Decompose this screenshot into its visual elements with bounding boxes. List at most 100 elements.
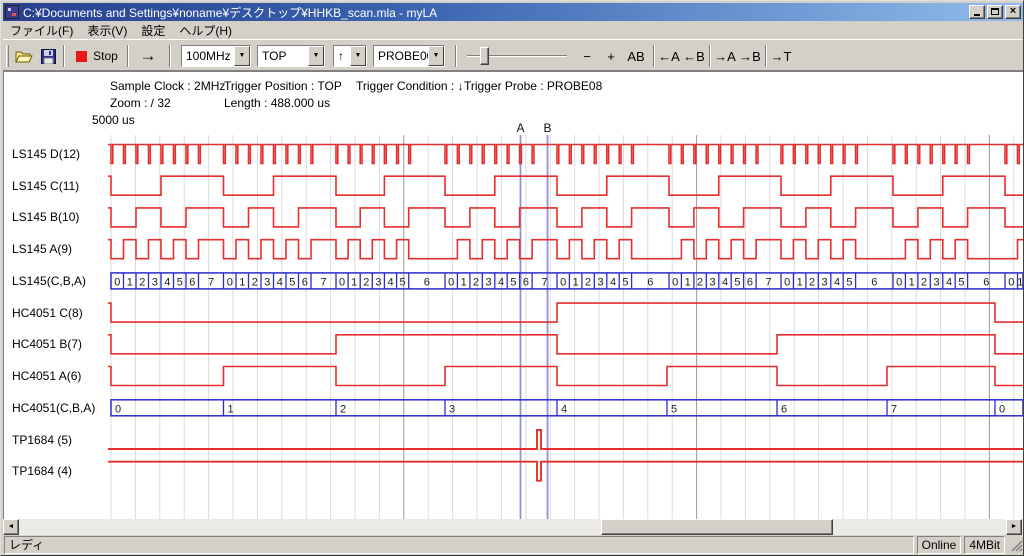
svg-text:0: 0 bbox=[896, 276, 902, 288]
svg-text:4: 4 bbox=[946, 276, 952, 288]
goto-cursor-b-right-button[interactable]: →B bbox=[738, 44, 762, 68]
cursors[interactable]: AB bbox=[516, 121, 551, 519]
zoom-slider[interactable] bbox=[467, 55, 567, 57]
trigger-probe-combo[interactable]: PROBE00 ▼ bbox=[373, 45, 445, 67]
svg-text:5: 5 bbox=[734, 276, 740, 288]
menu-help[interactable]: ヘルプ(H) bbox=[172, 21, 239, 40]
svg-text:6: 6 bbox=[523, 276, 529, 288]
zoom-in-button[interactable]: + bbox=[601, 44, 621, 68]
svg-text:6: 6 bbox=[983, 276, 989, 288]
menu-bar: ファイル(F) 表示(V) 設定 ヘルプ(H) bbox=[3, 21, 1023, 39]
svg-text:3: 3 bbox=[821, 276, 827, 288]
svg-text:0: 0 bbox=[672, 276, 678, 288]
svg-text:6: 6 bbox=[647, 276, 653, 288]
svg-text:1: 1 bbox=[461, 276, 467, 288]
timing-diagram: AB01234567012345670123456012345670123456… bbox=[4, 72, 1023, 519]
svg-text:2: 2 bbox=[363, 276, 369, 288]
svg-text:6: 6 bbox=[424, 276, 430, 288]
cursor-label: B bbox=[543, 121, 551, 135]
menu-view[interactable]: 表示(V) bbox=[80, 21, 134, 40]
svg-text:0: 0 bbox=[999, 403, 1005, 415]
trace-LS145-D-12- bbox=[108, 145, 1023, 164]
toolbar-separator bbox=[63, 45, 65, 67]
svg-text:0: 0 bbox=[114, 276, 120, 288]
goto-cursor-a-left-button[interactable]: ←A bbox=[657, 44, 681, 68]
toolbar-grip bbox=[6, 45, 9, 67]
trigger-edge-combo[interactable]: ↑ ▼ bbox=[333, 45, 367, 67]
memory-status: 4MBit bbox=[964, 536, 1005, 554]
svg-text:4: 4 bbox=[834, 276, 840, 288]
floppy-disk-icon bbox=[41, 49, 56, 64]
svg-text:3: 3 bbox=[485, 276, 491, 288]
chevron-down-icon[interactable]: ▼ bbox=[428, 46, 444, 66]
stop-button[interactable]: Stop bbox=[71, 44, 123, 68]
svg-text:4: 4 bbox=[561, 403, 567, 415]
status-message: レディ bbox=[4, 536, 914, 554]
svg-text:0: 0 bbox=[784, 276, 790, 288]
svg-text:5: 5 bbox=[671, 403, 677, 415]
open-file-button[interactable] bbox=[13, 44, 35, 68]
svg-text:6: 6 bbox=[871, 276, 877, 288]
svg-text:5: 5 bbox=[958, 276, 964, 288]
svg-text:3: 3 bbox=[597, 276, 603, 288]
toolbar-separator bbox=[455, 45, 457, 67]
goto-cursor-a-right-button[interactable]: →A bbox=[713, 44, 737, 68]
sample-rate-combo[interactable]: 100MHz ▼ bbox=[181, 45, 251, 67]
run-button[interactable]: → bbox=[134, 44, 162, 68]
chevron-down-icon[interactable]: ▼ bbox=[234, 46, 250, 66]
minimize-button[interactable] bbox=[969, 5, 985, 19]
app-icon bbox=[5, 5, 19, 19]
chevron-down-icon[interactable]: ▼ bbox=[350, 46, 366, 66]
zoom-out-button[interactable]: − bbox=[577, 44, 597, 68]
bus-HC4051-C-B-A-: 012345670 bbox=[111, 400, 1023, 416]
svg-text:4: 4 bbox=[498, 276, 504, 288]
svg-text:5: 5 bbox=[510, 276, 516, 288]
svg-text:1: 1 bbox=[228, 403, 234, 415]
chevron-down-icon[interactable]: ▼ bbox=[308, 46, 324, 66]
svg-text:1: 1 bbox=[1017, 276, 1023, 288]
svg-text:4: 4 bbox=[164, 276, 170, 288]
svg-text:2: 2 bbox=[139, 276, 145, 288]
trigger-position-combo[interactable]: TOP ▼ bbox=[257, 45, 325, 67]
svg-text:6: 6 bbox=[302, 276, 308, 288]
waveform-area: Sample Clock : 2MHz Trigger Position : T… bbox=[3, 71, 1023, 519]
trace-LS145-A-9- bbox=[108, 240, 1023, 259]
status-bar: レディ Online 4MBit bbox=[3, 535, 1023, 555]
svg-text:3: 3 bbox=[375, 276, 381, 288]
scroll-right-button[interactable]: ► bbox=[1006, 519, 1022, 535]
goto-trigger-button[interactable]: →T bbox=[769, 44, 793, 68]
svg-text:5: 5 bbox=[400, 276, 406, 288]
cursor-label: A bbox=[516, 121, 524, 135]
scrollbar-thumb[interactable] bbox=[601, 519, 833, 535]
scroll-left-button[interactable]: ◄ bbox=[3, 519, 19, 535]
save-button[interactable] bbox=[37, 44, 59, 68]
svg-text:6: 6 bbox=[781, 403, 787, 415]
svg-text:7: 7 bbox=[320, 276, 326, 288]
ab-button[interactable]: AB bbox=[623, 44, 649, 68]
toolbar-separator bbox=[169, 45, 171, 67]
trace-LS145-C-11- bbox=[108, 176, 1023, 195]
svg-text:2: 2 bbox=[921, 276, 927, 288]
toolbar: Stop → 100MHz ▼ TOP ▼ ↑ ▼ PROBE00 ▼ − + … bbox=[3, 39, 1023, 71]
svg-text:1: 1 bbox=[797, 276, 803, 288]
svg-text:4: 4 bbox=[277, 276, 283, 288]
svg-text:3: 3 bbox=[933, 276, 939, 288]
trace-TP1684-5- bbox=[108, 430, 1023, 449]
svg-text:2: 2 bbox=[473, 276, 479, 288]
close-button[interactable]: × bbox=[1005, 5, 1021, 19]
menu-settings[interactable]: 設定 bbox=[134, 21, 172, 40]
svg-text:5: 5 bbox=[622, 276, 628, 288]
svg-text:7: 7 bbox=[541, 276, 547, 288]
horizontal-scrollbar[interactable]: ◄ ► bbox=[3, 519, 1023, 535]
trace-LS145-B-10- bbox=[108, 208, 1023, 227]
menu-file[interactable]: ファイル(F) bbox=[3, 21, 80, 40]
resize-grip[interactable] bbox=[1009, 538, 1023, 552]
maximize-button[interactable] bbox=[987, 5, 1003, 19]
svg-text:5: 5 bbox=[289, 276, 295, 288]
svg-text:1: 1 bbox=[351, 276, 357, 288]
goto-cursor-b-left-button[interactable]: ←B bbox=[682, 44, 706, 68]
svg-text:0: 0 bbox=[1008, 276, 1014, 288]
zoom-slider-thumb[interactable] bbox=[480, 47, 489, 65]
svg-text:7: 7 bbox=[208, 276, 214, 288]
trace-HC4051-C-8- bbox=[108, 303, 1023, 322]
